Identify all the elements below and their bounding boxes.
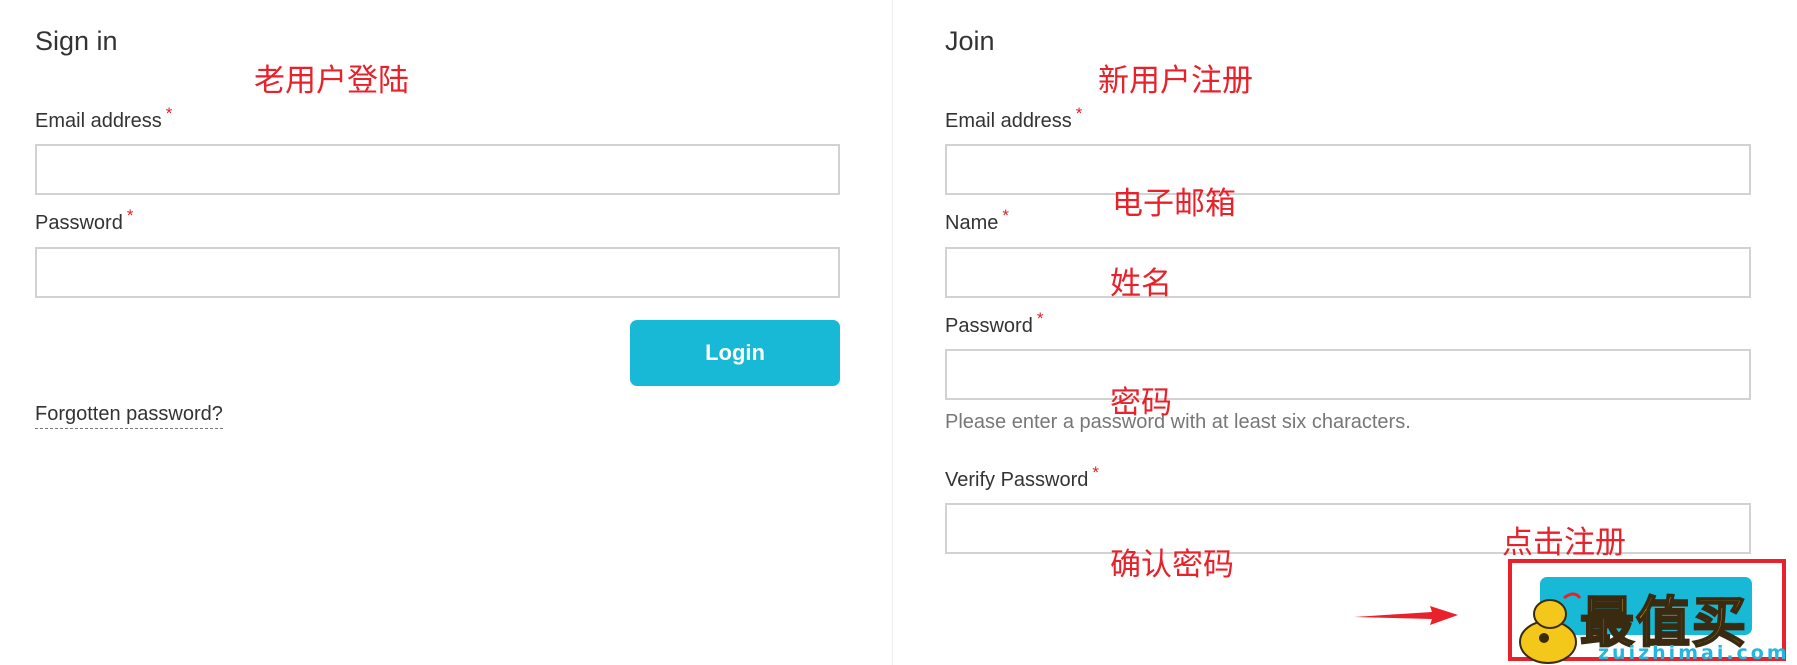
signin-email-label-text: Email address (35, 110, 162, 132)
join-password-label: Password * (945, 309, 1043, 338)
column-divider (892, 0, 893, 665)
signin-password-label: Password * (35, 206, 133, 235)
annotation-name: 姓名 (1110, 266, 1172, 302)
required-mark: * (1092, 463, 1100, 482)
join-name-label: Name * (945, 206, 1009, 235)
annotation-password: 密码 (1110, 385, 1172, 421)
join-email-label-text: Email address (945, 110, 1072, 132)
join-name-label-text: Name (945, 212, 999, 234)
required-mark: * (165, 104, 173, 123)
signin-password-label-text: Password (35, 212, 123, 234)
join-verify-label: Verify Password * (945, 463, 1099, 492)
required-mark: * (126, 206, 134, 225)
gourd-logo-icon (1519, 592, 1582, 664)
join-name-input[interactable] (945, 247, 1751, 298)
required-mark: * (1075, 104, 1083, 123)
join-verify-label-text: Verify Password (945, 469, 1089, 491)
required-mark: * (1002, 206, 1009, 225)
join-title: Join (945, 26, 995, 56)
join-password-label-text: Password (945, 315, 1033, 337)
watermark-site-text: zuizhimai.com (1598, 642, 1790, 664)
annotation-old-user-login: 老用户登陆 (254, 63, 409, 99)
login-button[interactable]: Login (630, 320, 840, 386)
join-password-input[interactable] (945, 349, 1751, 400)
annotation-new-user-register: 新用户注册 (1098, 63, 1253, 99)
arrow-right-icon (1354, 606, 1458, 625)
signin-password-input[interactable] (35, 247, 840, 298)
annotation-confirm-password: 确认密码 (1110, 547, 1234, 583)
join-email-input[interactable] (945, 144, 1751, 195)
annotation-email: 电子邮箱 (1112, 186, 1236, 222)
required-mark: * (1036, 309, 1044, 328)
forgot-password-link[interactable]: Forgotten password? (35, 403, 223, 429)
signin-email-input[interactable] (35, 144, 840, 195)
signin-email-label: Email address * (35, 104, 172, 133)
join-verify-password-input[interactable] (945, 503, 1751, 554)
signin-title: Sign in (35, 26, 118, 56)
annotation-click-register: 点击注册 (1502, 525, 1626, 561)
password-hint: Please enter a password with at least si… (945, 411, 1411, 433)
join-email-label: Email address * (945, 104, 1082, 133)
